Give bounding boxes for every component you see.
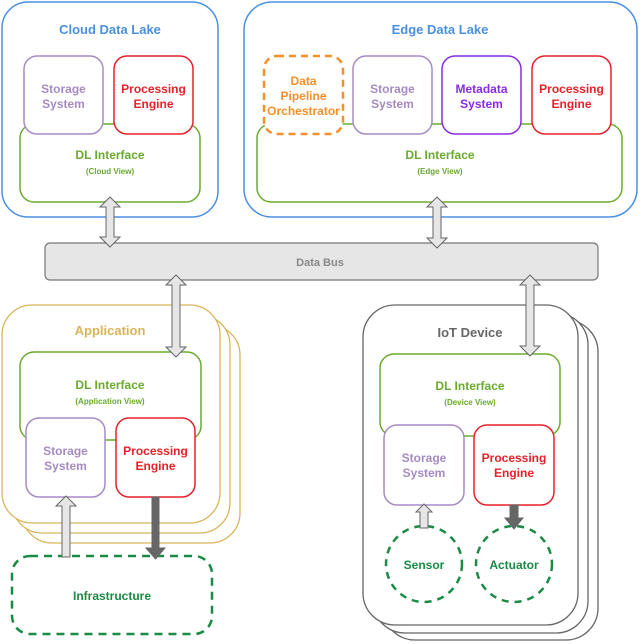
- iot-actuator-label: Actuator: [489, 558, 539, 572]
- application-storage-system-label: Storage System: [43, 444, 88, 473]
- edge-data-lake-title: Edge Data Lake: [392, 22, 489, 37]
- infrastructure-label: Infrastructure: [73, 589, 151, 603]
- infrastructure: Infrastructure: [10, 554, 214, 636]
- edge-dl-interface-title: DL Interface: [405, 148, 474, 162]
- iot-device-title: IoT Device: [437, 325, 502, 340]
- cloud-bus-double-arrow: [98, 196, 122, 248]
- edge-metadata-system-label: Metadata System: [455, 82, 507, 111]
- iot-dl-interface-view: (Device View): [444, 398, 496, 407]
- cloud-data-lake: Cloud Data Lake DL Interface (Cloud View…: [1, 1, 219, 218]
- architecture-diagram: Cloud Data Lake DL Interface (Cloud View…: [1, 1, 638, 641]
- application-dl-interface-view: (Application View): [75, 397, 145, 406]
- edge-data-lake: Edge Data Lake DL Interface (Edge View) …: [243, 1, 638, 218]
- cloud-dl-interface-title: DL Interface: [75, 148, 144, 162]
- cloud-storage-system-label: Storage System: [41, 82, 86, 111]
- application: Application DL Interface (Application Vi…: [1, 304, 241, 544]
- iot-storage-system[interactable]: [383, 424, 465, 506]
- edge-dl-interface[interactable]: [256, 123, 623, 203]
- iot-storage-system-label: Storage System: [402, 451, 447, 480]
- edge-bus-double-arrow: [425, 196, 449, 249]
- iot-device: IoT Device DL Interface (Device View) St…: [362, 304, 599, 641]
- edge-storage-system-label: Storage System: [370, 82, 415, 111]
- cloud-data-lake-title: Cloud Data Lake: [59, 22, 161, 37]
- application-title: Application: [75, 323, 146, 338]
- cloud-dl-interface-view: (Cloud View): [86, 167, 135, 176]
- edge-dl-interface-view: (Edge View): [417, 167, 463, 176]
- iot-sensor-label: Sensor: [404, 558, 445, 572]
- iot-processing-engine[interactable]: [473, 424, 555, 506]
- data-bus-label: Data Bus: [296, 257, 344, 269]
- data-bus: Data Bus: [44, 242, 599, 281]
- iot-dl-interface[interactable]: [379, 353, 561, 437]
- application-dl-interface-title: DL Interface: [75, 378, 144, 392]
- cloud-dl-interface[interactable]: [19, 123, 201, 203]
- iot-dl-interface-title: DL Interface: [435, 379, 504, 393]
